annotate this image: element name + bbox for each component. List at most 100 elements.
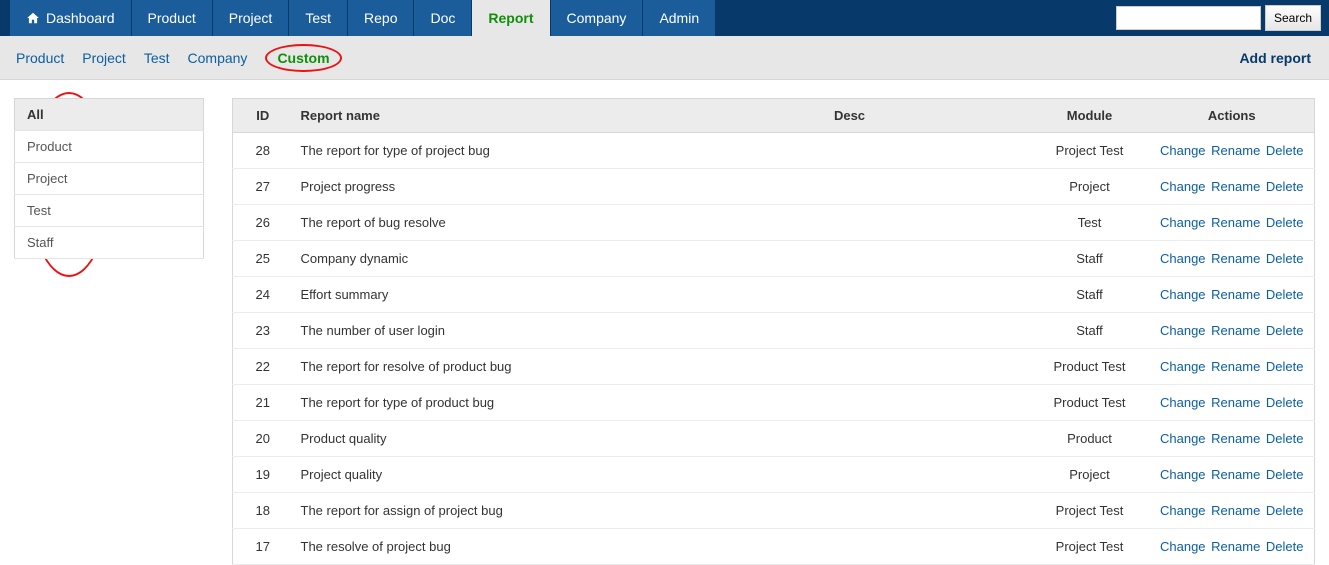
search-button[interactable]: Search [1265, 5, 1321, 31]
table-row: 23The number of user loginStaffChange Re… [233, 313, 1315, 349]
cell-name: The number of user login [293, 313, 670, 349]
action-change[interactable]: Change [1160, 215, 1206, 230]
action-delete[interactable]: Delete [1266, 431, 1304, 446]
action-change[interactable]: Change [1160, 467, 1206, 482]
nav-repo[interactable]: Repo [348, 0, 414, 36]
cell-actions: Change Rename Delete [1150, 421, 1315, 457]
cell-actions: Change Rename Delete [1150, 385, 1315, 421]
action-rename[interactable]: Rename [1211, 251, 1260, 266]
action-rename[interactable]: Rename [1211, 323, 1260, 338]
cell-id: 22 [233, 349, 293, 385]
action-change[interactable]: Change [1160, 179, 1206, 194]
action-rename[interactable]: Rename [1211, 287, 1260, 302]
cell-id: 19 [233, 457, 293, 493]
cell-desc [670, 349, 1030, 385]
action-rename[interactable]: Rename [1211, 359, 1260, 374]
action-change[interactable]: Change [1160, 143, 1206, 158]
action-change[interactable]: Change [1160, 503, 1206, 518]
cell-desc [670, 457, 1030, 493]
action-delete[interactable]: Delete [1266, 467, 1304, 482]
action-delete[interactable]: Delete [1266, 179, 1304, 194]
cell-desc [670, 241, 1030, 277]
table-row: 19Project qualityProjectChange Rename De… [233, 457, 1315, 493]
cell-id: 21 [233, 385, 293, 421]
action-rename[interactable]: Rename [1211, 215, 1260, 230]
action-rename[interactable]: Rename [1211, 431, 1260, 446]
cell-actions: Change Rename Delete [1150, 349, 1315, 385]
nav-company[interactable]: Company [551, 0, 644, 36]
subnav-company[interactable]: Company [188, 50, 248, 66]
action-change[interactable]: Change [1160, 323, 1206, 338]
action-rename[interactable]: Rename [1211, 503, 1260, 518]
cell-actions: Change Rename Delete [1150, 457, 1315, 493]
nav-test[interactable]: Test [289, 0, 348, 36]
table-row: 28The report for type of project bugProj… [233, 133, 1315, 169]
col-actions: Actions [1150, 99, 1315, 133]
action-delete[interactable]: Delete [1266, 359, 1304, 374]
sidebar-item-product[interactable]: Product [15, 131, 204, 163]
subnav-product[interactable]: Product [16, 50, 64, 66]
action-change[interactable]: Change [1160, 359, 1206, 374]
action-delete[interactable]: Delete [1266, 287, 1304, 302]
subnav-project[interactable]: Project [82, 50, 126, 66]
cell-module: Staff [1030, 241, 1150, 277]
action-rename[interactable]: Rename [1211, 395, 1260, 410]
cell-desc [670, 493, 1030, 529]
action-change[interactable]: Change [1160, 287, 1206, 302]
nav-dashboard[interactable]: Dashboard [10, 0, 132, 36]
cell-actions: Change Rename Delete [1150, 133, 1315, 169]
cell-actions: Change Rename Delete [1150, 169, 1315, 205]
add-report-link[interactable]: Add report [1239, 36, 1311, 80]
cell-name: The report of bug resolve [293, 205, 670, 241]
cell-module: Project Test [1030, 133, 1150, 169]
nav-product[interactable]: Product [132, 0, 213, 36]
cell-actions: Change Rename Delete [1150, 241, 1315, 277]
action-delete[interactable]: Delete [1266, 215, 1304, 230]
cell-id: 26 [233, 205, 293, 241]
sidebar-item-test[interactable]: Test [15, 195, 204, 227]
action-change[interactable]: Change [1160, 395, 1206, 410]
table-row: 18The report for assign of project bugPr… [233, 493, 1315, 529]
action-rename[interactable]: Rename [1211, 467, 1260, 482]
subnav-test[interactable]: Test [144, 50, 170, 66]
action-change[interactable]: Change [1160, 431, 1206, 446]
table-row: 25Company dynamicStaffChange Rename Dele… [233, 241, 1315, 277]
cell-actions: Change Rename Delete [1150, 313, 1315, 349]
action-delete[interactable]: Delete [1266, 539, 1304, 554]
home-icon [26, 11, 40, 25]
action-delete[interactable]: Delete [1266, 503, 1304, 518]
action-delete[interactable]: Delete [1266, 323, 1304, 338]
report-list: ID Report name Desc Module Actions 28The… [232, 98, 1315, 565]
cell-name: Effort summary [293, 277, 670, 313]
nav-dashboard-label: Dashboard [46, 10, 115, 26]
nav-doc[interactable]: Doc [414, 0, 472, 36]
nav-admin[interactable]: Admin [643, 0, 716, 36]
action-change[interactable]: Change [1160, 251, 1206, 266]
sidebar-item-staff[interactable]: Staff [15, 227, 204, 259]
cell-actions: Change Rename Delete [1150, 493, 1315, 529]
action-delete[interactable]: Delete [1266, 395, 1304, 410]
action-rename[interactable]: Rename [1211, 179, 1260, 194]
action-change[interactable]: Change [1160, 539, 1206, 554]
subnav-custom[interactable]: Custom [265, 44, 341, 72]
sidebar-all[interactable]: All [15, 99, 204, 131]
cell-id: 27 [233, 169, 293, 205]
cell-desc [670, 277, 1030, 313]
cell-module: Product Test [1030, 385, 1150, 421]
action-rename[interactable]: Rename [1211, 143, 1260, 158]
action-rename[interactable]: Rename [1211, 539, 1260, 554]
sidebar-item-project[interactable]: Project [15, 163, 204, 195]
cell-id: 17 [233, 529, 293, 565]
cell-id: 25 [233, 241, 293, 277]
table-row: 22The report for resolve of product bugP… [233, 349, 1315, 385]
cell-module: Project [1030, 169, 1150, 205]
cell-module: Product Test [1030, 349, 1150, 385]
cell-id: 18 [233, 493, 293, 529]
nav-project[interactable]: Project [213, 0, 290, 36]
nav-report[interactable]: Report [472, 0, 550, 36]
cell-id: 28 [233, 133, 293, 169]
cell-desc [670, 421, 1030, 457]
action-delete[interactable]: Delete [1266, 251, 1304, 266]
action-delete[interactable]: Delete [1266, 143, 1304, 158]
search-input[interactable] [1116, 6, 1261, 30]
